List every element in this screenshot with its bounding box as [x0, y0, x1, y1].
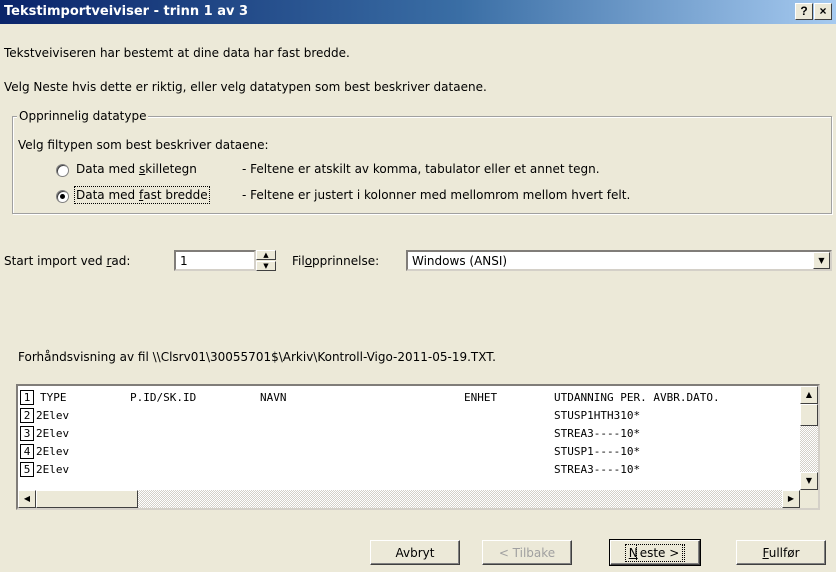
preview-grid[interactable]: 1 TYPE P.ID/SK.ID NAVN ENHET UTDANNING P…: [18, 386, 800, 490]
row-number: 1: [20, 390, 34, 405]
header-education: UTDANNING PER. AVBR.DATO.: [554, 391, 720, 404]
intro-line-1: Tekstveiviseren har bestemt at dine data…: [4, 46, 350, 60]
table-row: 4 2Elev STUSP1----10*: [18, 444, 800, 460]
row-number: 4: [20, 444, 34, 459]
horizontal-scrollbar[interactable]: ◀ ▶: [18, 490, 800, 508]
scroll-left-icon[interactable]: ◀: [18, 490, 36, 508]
file-origin-value: Windows (ANSI): [412, 254, 508, 268]
radio-fixed-width-focus: Data med fast bredde: [74, 186, 210, 204]
cell-education: STREA3----10*: [554, 463, 641, 476]
preview-header-row: 1 TYPE P.ID/SK.ID NAVN ENHET UTDANNING P…: [18, 390, 800, 406]
cell-education: STUSP1HTH310*: [554, 409, 641, 422]
scroll-corner: [800, 490, 818, 508]
spin-down-icon[interactable]: ▼: [256, 261, 276, 271]
vertical-scroll-thumb[interactable]: [800, 404, 818, 426]
start-row-spinner: ▲ ▼: [256, 250, 276, 271]
row-number: 5: [20, 462, 34, 477]
radio-fixed-width[interactable]: [56, 190, 69, 203]
intro-line-2: Velg Neste hvis dette er riktig, eller v…: [4, 80, 487, 94]
filetype-prompt: Velg filtypen som best beskriver dataene…: [18, 138, 269, 152]
scroll-down-icon[interactable]: ▼: [800, 472, 818, 490]
cell-type: 2Elev: [36, 409, 70, 422]
window-title: Tekstimportveiviser - trinn 1 av 3: [4, 4, 249, 19]
back-button[interactable]: < Tilbake: [482, 540, 572, 565]
table-row: 5 2Elev STREA3----10*: [18, 462, 800, 478]
file-origin-label: Filopprinnelse:: [292, 254, 380, 268]
finish-button[interactable]: Fullfør: [736, 540, 826, 565]
spin-up-icon[interactable]: ▲: [256, 250, 276, 260]
radio-delimited-description: - Feltene er atskilt av komma, tabulator…: [242, 162, 600, 176]
cell-type: 2Elev: [36, 427, 70, 440]
scroll-right-icon[interactable]: ▶: [782, 490, 800, 508]
row-number: 3: [20, 426, 34, 441]
close-button[interactable]: ×: [814, 3, 832, 20]
header-unit: ENHET: [464, 391, 498, 404]
help-button[interactable]: ?: [795, 3, 813, 20]
preview-label: Forhåndsvisning av fil \\Clsrv01\3005570…: [18, 350, 496, 364]
radio-delimited[interactable]: [56, 164, 69, 177]
cell-type: 2Elev: [36, 445, 70, 458]
horizontal-scroll-thumb[interactable]: [36, 490, 138, 508]
table-row: 3 2Elev STREA3----10*: [18, 426, 800, 442]
radio-selected-dot: [60, 194, 65, 199]
start-row-label: Start import ved rad:: [4, 254, 131, 268]
cell-education: STREA3----10*: [554, 427, 641, 440]
row-number: 2: [20, 408, 34, 423]
radio-fixed-width-label[interactable]: Data med fast bredde: [74, 186, 210, 204]
header-pid: P.ID/SK.ID: [130, 391, 197, 404]
header-type: TYPE: [40, 391, 67, 404]
radio-fixed-width-description: - Feltene er justert i kolonner med mell…: [242, 188, 631, 202]
preview-pane: 1 TYPE P.ID/SK.ID NAVN ENHET UTDANNING P…: [16, 384, 820, 510]
groupbox-legend: Opprinnelig datatype: [17, 109, 149, 123]
vertical-scrollbar[interactable]: ▲ ▼: [800, 386, 818, 490]
cell-type: 2Elev: [36, 463, 70, 476]
start-row-input[interactable]: 1: [174, 250, 256, 271]
table-row: 2 2Elev STUSP1HTH310*: [18, 408, 800, 424]
title-bar: Tekstimportveiviser - trinn 1 av 3 ? ×: [0, 0, 836, 24]
radio-delimited-label[interactable]: Data med skilletegn: [76, 162, 197, 176]
header-name: NAVN: [260, 391, 287, 404]
cancel-button[interactable]: Avbryt: [370, 540, 460, 565]
next-button[interactable]: Neste >: [609, 539, 701, 566]
chevron-down-icon[interactable]: ▼: [813, 252, 830, 269]
scroll-up-icon[interactable]: ▲: [800, 386, 818, 404]
cell-education: STUSP1----10*: [554, 445, 641, 458]
file-origin-select[interactable]: Windows (ANSI) ▼: [406, 250, 832, 271]
